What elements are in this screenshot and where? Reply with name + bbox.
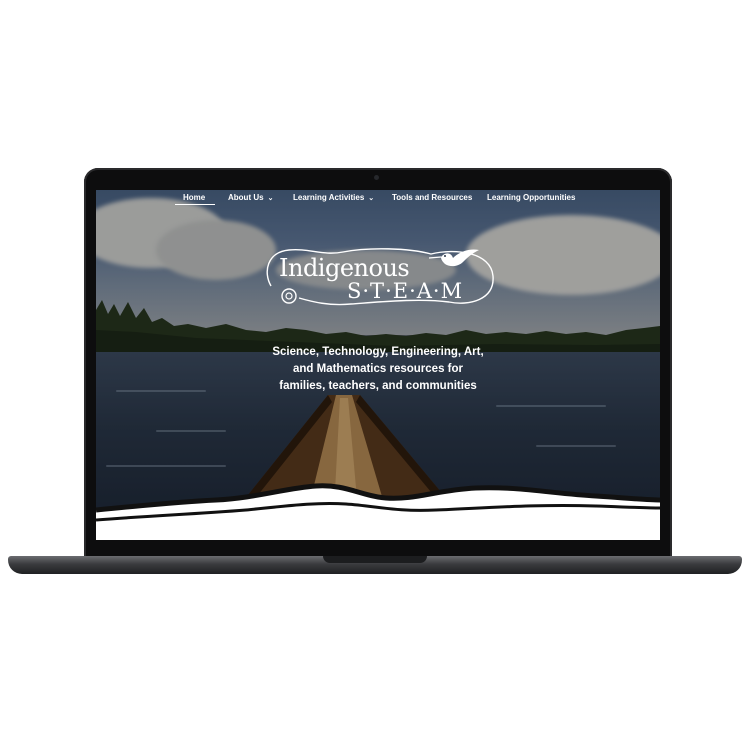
site-logo[interactable]: Indigenous S·T·E·A·M <box>259 242 499 312</box>
laptop-mockup: Home About Us ⌄ Learning Activities ⌄ Tool… <box>0 0 750 750</box>
nav-item-learning-opportunities[interactable]: Learning Opportunities <box>487 193 575 202</box>
tagline-line: families, teachers, and communities <box>279 380 477 392</box>
main-nav: Home About Us ⌄ Learning Activities ⌄ Tool… <box>96 190 660 212</box>
nav-item-label: Learning Activities <box>293 193 365 202</box>
camera-icon <box>374 175 379 180</box>
nav-item-home[interactable]: Home <box>183 193 205 202</box>
laptop-lid: Home About Us ⌄ Learning Activities ⌄ Tool… <box>84 168 672 560</box>
logo-wordmark-indigenous: Indigenous <box>279 254 410 282</box>
nav-active-indicator <box>175 204 215 205</box>
laptop-notch <box>323 556 427 563</box>
tagline-line: Science, Technology, Engineering, Art, <box>272 346 484 358</box>
tagline-line: and Mathematics resources for <box>292 363 463 375</box>
nav-item-tools-and-resources[interactable]: Tools and Resources <box>392 193 472 202</box>
wave-divider <box>96 483 660 540</box>
nav-item-label: About Us <box>228 193 264 202</box>
hero-tagline: Science, Technology, Engineering, Art, a… <box>258 344 498 395</box>
chevron-down-icon: ⌄ <box>267 195 274 202</box>
logo-wordmark-steam: S·T·E·A·M <box>347 279 464 303</box>
nav-item-learning-activities[interactable]: Learning Activities ⌄ <box>293 193 374 202</box>
laptop-base <box>8 556 742 574</box>
hummingbird-icon <box>428 249 479 267</box>
chevron-down-icon: ⌄ <box>368 195 375 202</box>
nav-item-about-us[interactable]: About Us ⌄ <box>228 193 273 202</box>
website-screen: Home About Us ⌄ Learning Activities ⌄ Tool… <box>96 190 660 540</box>
